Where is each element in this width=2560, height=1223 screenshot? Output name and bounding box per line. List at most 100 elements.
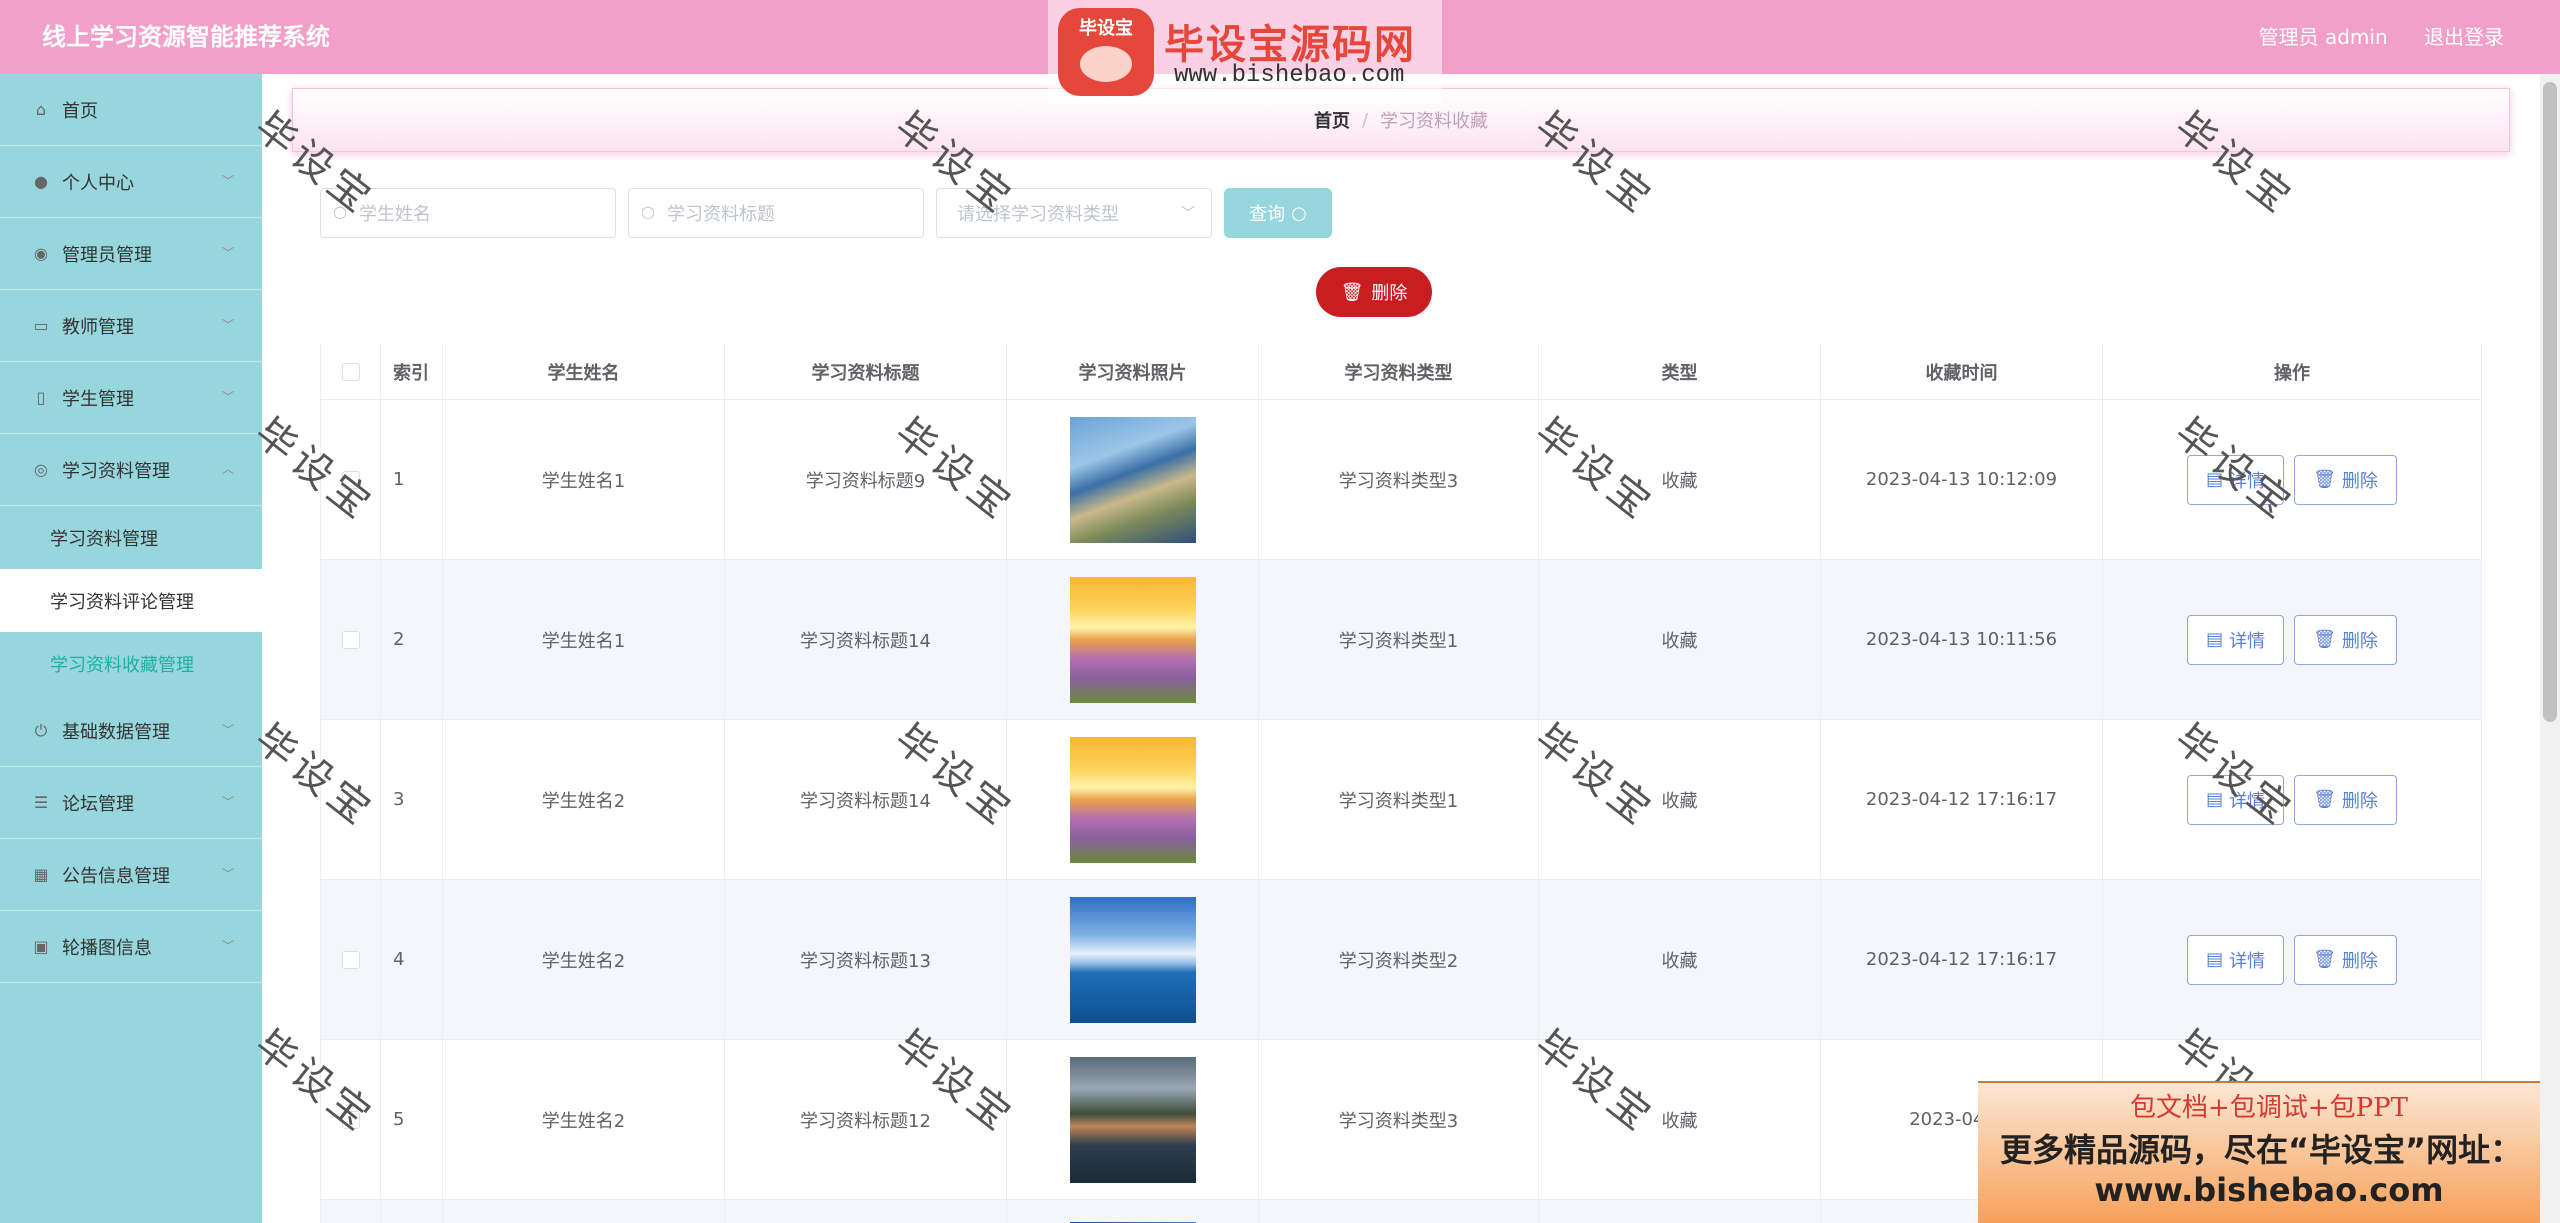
- row-operations: ▤详情 🗑删除: [2103, 560, 2481, 719]
- row-kind: 收藏: [1539, 720, 1821, 879]
- detail-button[interactable]: ▤详情: [2187, 454, 2285, 505]
- delete-button[interactable]: 🗑删除: [2294, 614, 2397, 665]
- material-photo[interactable]: [1069, 736, 1196, 863]
- row-checkbox[interactable]: [341, 1110, 360, 1129]
- search-icon: ○: [333, 202, 347, 221]
- document-icon: ▤: [2206, 789, 2224, 810]
- row-checkbox-cell: [321, 400, 381, 559]
- chevron-down-icon: ﹀: [221, 723, 234, 737]
- row-kind-empty: [1539, 1200, 1821, 1223]
- sidebar-item-materials[interactable]: ◎ 学习资料管理 ︿: [0, 434, 262, 506]
- scrollbar-thumb[interactable]: [2543, 82, 2557, 722]
- row-kind: 收藏: [1539, 400, 1821, 559]
- material-photo[interactable]: [1069, 576, 1196, 703]
- row-photo-cell: [1007, 560, 1259, 719]
- logo-badge-icon: 毕设宝: [1058, 8, 1154, 96]
- header-photo: 学习资料照片: [1007, 344, 1259, 399]
- sidebar-item-teachers[interactable]: ▭ 教师管理 ﹀: [0, 290, 262, 362]
- row-title-empty: [725, 1200, 1007, 1223]
- detail-label: 详情: [2229, 470, 2266, 492]
- query-button-label: 查询: [1249, 204, 1286, 225]
- delete-label: 删除: [2341, 470, 2378, 492]
- batch-delete-button[interactable]: 🗑 删除: [1316, 267, 1432, 317]
- promo-line-2: 更多精品源码，尽在“毕设宝”网址：: [2000, 1131, 2523, 1169]
- row-checkbox[interactable]: [341, 950, 360, 969]
- row-index: 4: [381, 880, 443, 1039]
- delete-button[interactable]: 🗑删除: [2294, 934, 2397, 985]
- detail-button[interactable]: ▤详情: [2187, 614, 2285, 665]
- detail-button[interactable]: ▤详情: [2187, 934, 2285, 985]
- select-all-checkbox[interactable]: [341, 362, 360, 381]
- sidebar-item-home[interactable]: ⌂ 首页: [0, 74, 262, 146]
- document-icon: ▤: [2206, 949, 2224, 970]
- row-checkbox[interactable]: [341, 790, 360, 809]
- title-input[interactable]: ○ 学习资料标题: [628, 188, 924, 238]
- logo-url: www.bishebao.com: [1174, 62, 1405, 89]
- breadcrumb-home[interactable]: 首页: [1314, 107, 1350, 133]
- trash-icon: 🗑: [2313, 789, 2336, 810]
- sidebar-item-profile[interactable]: ● 个人中心 ﹀: [0, 146, 262, 218]
- row-student-name: 学生姓名1: [443, 400, 725, 559]
- delete-button[interactable]: 🗑删除: [2294, 454, 2397, 505]
- logout-link[interactable]: 退出登录: [2424, 25, 2504, 49]
- row-student-name: 学生姓名1: [443, 560, 725, 719]
- delete-label: 删除: [2341, 630, 2378, 652]
- chevron-down-icon: ﹀: [221, 174, 234, 188]
- row-student-name: 学生姓名2: [443, 1040, 725, 1199]
- header-operations: 操作: [2274, 362, 2310, 384]
- row-material-type: 学习资料类型1: [1259, 720, 1539, 879]
- chevron-down-icon: ﹀: [221, 318, 234, 332]
- sidebar-item-notices[interactable]: ▦ 公告信息管理 ﹀: [0, 839, 262, 911]
- breadcrumb-current: 学习资料收藏: [1380, 111, 1489, 132]
- title-placeholder: 学习资料标题: [667, 204, 775, 225]
- table-row: 2 学生姓名1 学习资料标题14 学习资料类型1 收藏 2023-04-13 1…: [321, 560, 2481, 720]
- chevron-down-icon: ﹀: [221, 246, 234, 260]
- delete-button[interactable]: 🗑删除: [2294, 774, 2397, 825]
- promo-line-1: 包文档+包调试+包PPT: [2130, 1093, 2408, 1123]
- material-photo[interactable]: [1069, 416, 1196, 543]
- sidebar-item-admins[interactable]: ◉ 管理员管理 ﹀: [0, 218, 262, 290]
- select-all-cell: [321, 344, 381, 399]
- row-photo-cell: [1007, 400, 1259, 559]
- admin-user-label[interactable]: 管理员 admin: [2259, 25, 2388, 49]
- sidebar-item-forum[interactable]: ☰ 论坛管理 ﹀: [0, 767, 262, 839]
- table-row: 1 学生姓名1 学习资料标题9 学习资料类型3 收藏 2023-04-13 10…: [321, 400, 2481, 560]
- row-time: 2023-04-12 17:16:17: [1821, 880, 2103, 1039]
- material-photo[interactable]: [1069, 1056, 1196, 1183]
- row-material-type: 学习资料类型1: [1259, 560, 1539, 719]
- row-time: 2023-04-13 10:12:09: [1821, 400, 2103, 559]
- sidebar-item-label: 论坛管理: [62, 793, 134, 815]
- row-operations: ▤详情 🗑删除: [2103, 720, 2481, 879]
- sidebar-subitem-materials[interactable]: 学习资料管理: [0, 506, 262, 569]
- table-header-row: 索引 学生姓名 学习资料标题 学习资料照片 学习资料类型 类型 收藏时间 操作: [321, 344, 2481, 400]
- query-button[interactable]: 查询 ○: [1224, 188, 1332, 238]
- header-material-type: 学习资料类型: [1259, 344, 1539, 399]
- material-photo[interactable]: [1069, 896, 1196, 1023]
- search-icon: ○: [641, 202, 655, 221]
- table-row: 4 学生姓名2 学习资料标题13 学习资料类型2 收藏 2023-04-12 1…: [321, 880, 2481, 1040]
- detail-button[interactable]: ▤详情: [2187, 774, 2285, 825]
- clipboard-icon: ▣: [33, 937, 49, 956]
- material-type-select[interactable]: 请选择学习资料类型 ﹀: [936, 188, 1212, 238]
- search-icon: ○: [1291, 202, 1307, 224]
- chevron-down-icon: ﹀: [1181, 206, 1195, 222]
- trash-icon: 🗑: [2313, 469, 2336, 490]
- student-name-input[interactable]: ○ 学生姓名: [320, 188, 616, 238]
- detail-label: 详情: [2229, 630, 2266, 652]
- header-time: 收藏时间: [1821, 344, 2103, 399]
- row-checkbox[interactable]: [341, 470, 360, 489]
- row-operations: ▤详情 🗑删除: [2103, 880, 2481, 1039]
- row-index: 5: [381, 1040, 443, 1199]
- sidebar-subitem-comments[interactable]: 学习资料评论管理: [0, 569, 262, 632]
- student-name-placeholder: 学生姓名: [359, 204, 431, 225]
- sidebar-subitem-favorites[interactable]: 学习资料收藏管理: [0, 632, 262, 695]
- sidebar-item-carousel[interactable]: ▣ 轮播图信息 ﹀: [0, 911, 262, 983]
- header-title: 学习资料标题: [725, 344, 1007, 399]
- vertical-scrollbar[interactable]: [2540, 74, 2560, 1223]
- detail-label: 详情: [2229, 790, 2266, 812]
- row-title: 学习资料标题14: [725, 560, 1007, 719]
- row-checkbox[interactable]: [341, 630, 360, 649]
- sidebar-item-students[interactable]: ▯ 学生管理 ﹀: [0, 362, 262, 434]
- sidebar-item-base-data[interactable]: ⏻ 基础数据管理 ﹀: [0, 695, 262, 767]
- row-material-type: 学习资料类型2: [1259, 880, 1539, 1039]
